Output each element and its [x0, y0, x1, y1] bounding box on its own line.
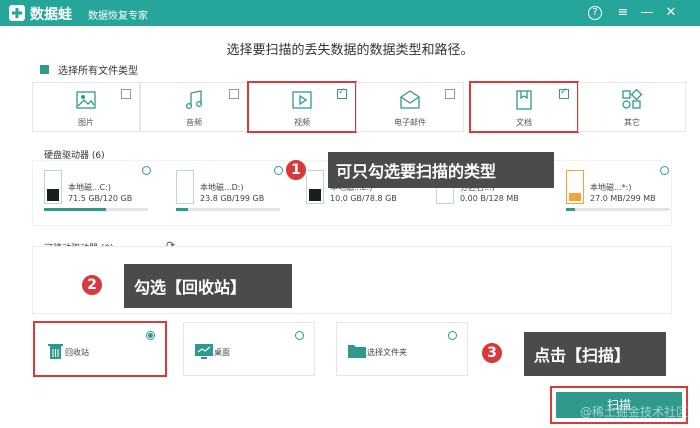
location-label: 桌面 [214, 348, 230, 357]
callout-1: 可只勾选要扫描的类型 [328, 152, 554, 188]
callout-text: 点击【扫描】 [534, 346, 631, 365]
callout-2: 勾选【回收站】 [124, 264, 292, 308]
type-card-video[interactable]: 视频 [247, 81, 357, 133]
drive-size: 0.00 B/128 MB [460, 194, 519, 203]
type-card-other[interactable]: 其它 [578, 82, 686, 132]
app-subtitle: 数据恢复专家 [88, 11, 148, 22]
location-radio[interactable] [146, 331, 155, 340]
document-icon [516, 90, 532, 110]
drive-name: 本地磁...*:) [590, 183, 632, 192]
type-label-image: 图片 [78, 118, 94, 127]
drive-name: 本地磁...C:) [68, 183, 112, 192]
drive-size: 10.0 GB/78.8 GB [330, 194, 397, 203]
type-card-image[interactable]: 图片 [32, 82, 140, 132]
other-icon [622, 89, 643, 109]
drive-usage-bar [176, 208, 280, 211]
drive-icon [176, 170, 194, 204]
music-icon [185, 90, 203, 110]
location-radio[interactable] [295, 331, 304, 340]
location-label: 选择文件夹 [367, 348, 407, 357]
app-name: 数据蛙 [30, 7, 72, 23]
callout-number-badge: 3 [480, 341, 504, 365]
recycle-bin-icon [48, 344, 63, 359]
callout-3: 点击【扫描】 [524, 332, 666, 376]
location-card-folder[interactable]: 选择文件夹 [336, 322, 468, 376]
location-radio[interactable] [448, 331, 457, 340]
close-button[interactable]: ✕ [662, 4, 680, 22]
location-card-recycle-bin[interactable]: 回收站 [33, 321, 167, 377]
drive-radio[interactable] [274, 166, 283, 175]
type-checkbox-video[interactable] [337, 87, 347, 99]
select-all-label: 选择所有文件类型 [58, 66, 138, 77]
drive-radio[interactable] [660, 166, 669, 175]
type-checkbox-image[interactable] [121, 89, 131, 99]
callout-text: 勾选【回收站】 [134, 278, 247, 297]
drive-radio[interactable] [142, 166, 151, 175]
menu-icon[interactable]: ≡ [614, 4, 632, 22]
drive-item[interactable]: 本地磁...*:) 27.0 MB/299 MB [554, 170, 684, 211]
callout-text: 可只勾选要扫描的类型 [336, 162, 497, 181]
drive-name: 本地磁...D:) [200, 183, 244, 192]
email-icon [400, 90, 420, 109]
drive-item[interactable]: 本地磁...C:) 71.5 GB/120 GB [32, 170, 162, 211]
type-card-email[interactable]: 电子邮件 [356, 82, 464, 132]
type-card-document[interactable]: 文档 [469, 81, 579, 133]
type-checkbox-email[interactable] [445, 89, 455, 99]
help-icon[interactable]: ? [588, 6, 602, 20]
drive-icon [306, 170, 324, 204]
type-label-document: 文档 [516, 118, 532, 127]
drive-size: 71.5 GB/120 GB [68, 194, 133, 203]
callout-number-badge: 2 [80, 273, 104, 297]
callout-number-badge: 1 [284, 158, 308, 182]
type-checkbox-document[interactable] [559, 87, 569, 99]
type-label-video: 视频 [294, 118, 310, 127]
drive-usage-bar [566, 208, 670, 211]
app-logo-icon [9, 5, 25, 21]
location-label: 回收站 [65, 348, 89, 357]
location-card-desktop[interactable]: 桌面 [183, 322, 315, 376]
type-card-audio[interactable]: 音频 [140, 82, 248, 132]
type-label-email: 电子邮件 [394, 118, 426, 127]
minimize-button[interactable]: — [638, 4, 656, 22]
folder-icon [348, 345, 366, 358]
image-icon [76, 91, 96, 109]
video-icon [292, 91, 312, 109]
type-checkbox-audio[interactable] [229, 89, 239, 99]
select-all-checkbox[interactable]: 选择所有文件类型 [40, 62, 138, 77]
type-label-other: 其它 [624, 118, 640, 127]
drive-icon [44, 170, 62, 204]
drive-usage-bar [44, 208, 148, 211]
drive-item[interactable]: 本地磁...D:) 23.8 GB/199 GB [164, 170, 294, 211]
app-window: 数据蛙 数据恢复专家 ? ≡ — ✕ 选择要扫描的丢失数据的数据类型和路径。 选… [0, 0, 700, 428]
page-heading: 选择要扫描的丢失数据的数据类型和路径。 [226, 43, 474, 58]
title-bar: 数据蛙 数据恢复专家 ? ≡ — ✕ [0, 0, 700, 26]
type-label-audio: 音频 [186, 118, 202, 127]
drive-size: 27.0 MB/299 MB [590, 194, 656, 203]
select-all-check-icon[interactable] [40, 65, 49, 74]
drive-icon [566, 170, 584, 204]
drive-size: 23.8 GB/199 GB [200, 194, 265, 203]
watermark: @稀土掘金技术社区 [580, 405, 689, 419]
desktop-icon [195, 344, 213, 359]
